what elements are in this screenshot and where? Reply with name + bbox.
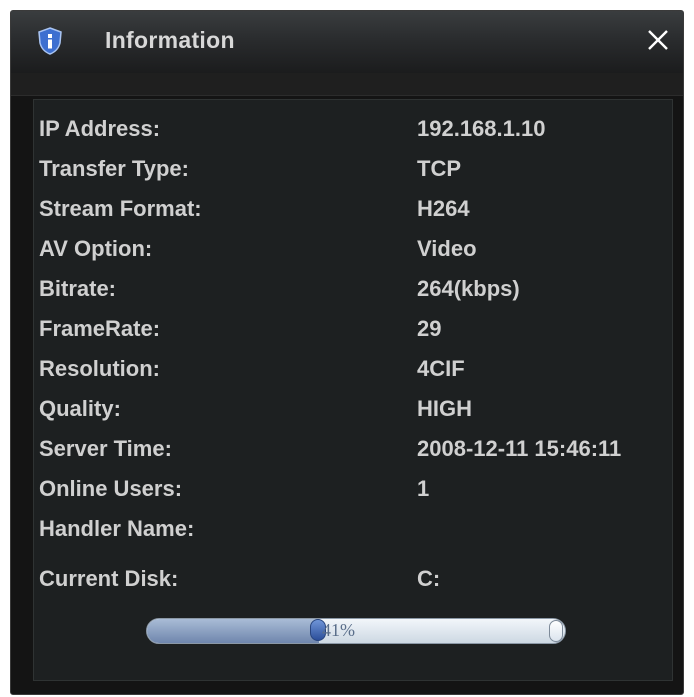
disk-usage-progress-bar: 41% bbox=[146, 618, 566, 644]
info-value: TCP bbox=[417, 156, 461, 181]
info-label: Server Time: bbox=[39, 436, 172, 461]
info-row-framerate: FrameRate: 29 bbox=[34, 308, 674, 348]
info-label: IP Address: bbox=[39, 116, 161, 141]
info-label: Online Users: bbox=[39, 476, 183, 501]
info-row-transfer-type: Transfer Type: TCP bbox=[34, 148, 674, 188]
info-value: 1 bbox=[417, 476, 430, 501]
dialog-title: Information bbox=[105, 27, 235, 53]
info-value: 4CIF bbox=[417, 356, 465, 381]
info-row-ip-address: IP Address: 192.168.1.10 bbox=[34, 108, 674, 148]
close-icon bbox=[648, 30, 668, 50]
info-value: Video bbox=[417, 236, 477, 261]
info-value: HIGH bbox=[417, 396, 472, 421]
info-label: Bitrate: bbox=[39, 276, 117, 301]
info-label: Quality: bbox=[39, 396, 121, 421]
info-label: AV Option: bbox=[39, 236, 153, 261]
info-row-av-option: AV Option: Video bbox=[34, 228, 674, 268]
info-row-stream-format: Stream Format: H264 bbox=[34, 188, 674, 228]
info-shield-icon bbox=[37, 27, 63, 55]
info-value: H264 bbox=[417, 196, 470, 221]
info-label: Resolution: bbox=[39, 356, 160, 381]
info-label: Transfer Type: bbox=[39, 156, 189, 181]
title-bar[interactable]: Information bbox=[11, 11, 683, 74]
info-label: Stream Format: bbox=[39, 196, 202, 221]
info-row-server-time: Server Time: 2008-12-11 15:46:11 bbox=[34, 428, 674, 468]
info-row-handler-name: Handler Name: bbox=[34, 508, 674, 548]
info-value: 2008-12-11 15:46:11 bbox=[417, 436, 622, 461]
disk-usage-percent: 41% bbox=[322, 620, 355, 640]
info-value: 29 bbox=[417, 316, 442, 341]
progress-track bbox=[146, 618, 566, 644]
info-label: Handler Name: bbox=[39, 516, 195, 541]
info-value: 192.168.1.10 bbox=[417, 116, 546, 141]
close-button[interactable] bbox=[645, 27, 671, 53]
info-row-current-disk: Current Disk: C: bbox=[34, 558, 674, 598]
info-row-quality: Quality: HIGH bbox=[34, 388, 674, 428]
progress-fill bbox=[147, 619, 319, 643]
information-dialog: Information IP Address: 192.168.1.10 Tra… bbox=[10, 10, 684, 695]
info-label: FrameRate: bbox=[39, 316, 161, 341]
progress-endcap bbox=[549, 620, 563, 642]
title-separator bbox=[11, 73, 683, 96]
info-value: 264(kbps) bbox=[417, 276, 520, 301]
info-panel: IP Address: 192.168.1.10 Transfer Type: … bbox=[33, 99, 673, 681]
info-row-online-users: Online Users: 1 bbox=[34, 468, 674, 508]
info-value: C: bbox=[417, 566, 441, 591]
info-label: Current Disk: bbox=[39, 566, 179, 591]
info-row-resolution: Resolution: 4CIF bbox=[34, 348, 674, 388]
info-row-bitrate: Bitrate: 264(kbps) bbox=[34, 268, 674, 308]
